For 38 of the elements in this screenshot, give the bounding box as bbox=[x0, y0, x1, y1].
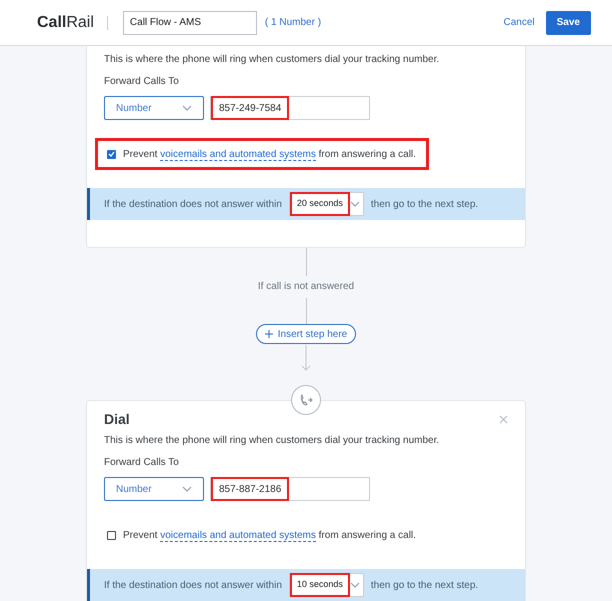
logo: CallRail bbox=[37, 12, 94, 32]
chevron-down-icon bbox=[182, 105, 192, 111]
timeout-text: If the destination does not answer within bbox=[104, 578, 282, 592]
timeout-value: 10 seconds bbox=[290, 573, 350, 597]
timeout-text: then go to the next step. bbox=[370, 578, 478, 592]
timeout-select[interactable]: 20 seconds bbox=[288, 192, 364, 216]
voicemail-help-link[interactable]: voicemails and automated systems bbox=[160, 530, 316, 542]
timeout-text: If the destination does not answer within bbox=[104, 198, 282, 212]
step-description: This is where the phone will ring when customers dial your tracking number. bbox=[104, 434, 440, 448]
save-button[interactable]: Save bbox=[546, 10, 591, 34]
plus-icon bbox=[264, 330, 273, 338]
checkbox[interactable] bbox=[107, 530, 116, 540]
phone-number: 857-887-2186 bbox=[211, 477, 290, 501]
field-label: Forward Calls To bbox=[104, 75, 179, 89]
type-select[interactable]: Number bbox=[104, 477, 204, 501]
down-arrow-icon bbox=[301, 345, 311, 371]
chevron-down-icon bbox=[182, 486, 192, 492]
step-title: Dial bbox=[104, 410, 130, 428]
number-count-link[interactable]: ( 1 Number ) bbox=[264, 15, 322, 30]
timeout-text: then go to the next step. bbox=[370, 198, 478, 212]
prevent-option-text: Prevent voicemails and automated systems from answering a call. bbox=[123, 528, 416, 542]
connector-label: If call is not answered bbox=[258, 280, 354, 294]
prevent-option-text: Prevent voicemails and automated systems from answering a call. bbox=[123, 148, 416, 162]
cancel-link[interactable]: Cancel bbox=[504, 15, 535, 30]
phone-field[interactable]: 857-887-2186 bbox=[210, 477, 370, 501]
checkbox[interactable] bbox=[107, 150, 116, 158]
chevron-down-icon bbox=[350, 201, 360, 207]
phone-field[interactable]: 857-249-7584 bbox=[210, 96, 370, 120]
type-select[interactable]: Number bbox=[104, 96, 204, 120]
chevron-down-icon bbox=[350, 582, 360, 588]
timeout-select[interactable]: 10 seconds bbox=[288, 573, 364, 597]
timeout-value: 20 seconds bbox=[290, 192, 350, 216]
step-description: This is where the phone will ring when customers dial your tracking number. bbox=[104, 53, 440, 67]
flow-name-field[interactable]: Call Flow - AMS bbox=[122, 10, 257, 34]
field-label: Forward Calls To bbox=[104, 456, 179, 470]
insert-step-button[interactable]: Insert step here bbox=[256, 324, 356, 344]
voicemail-help-link[interactable]: voicemails and automated systems bbox=[160, 148, 316, 160]
phone-number: 857-249-7584 bbox=[211, 96, 290, 120]
